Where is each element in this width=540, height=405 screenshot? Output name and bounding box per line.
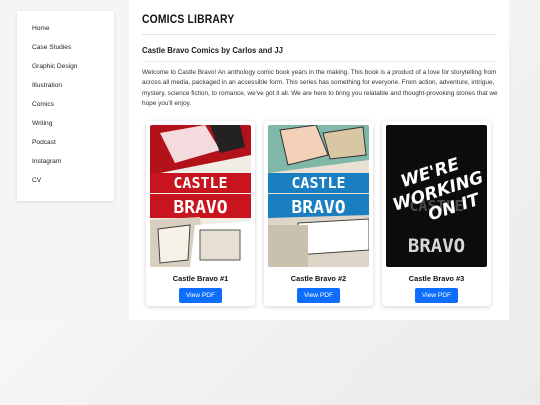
intro-paragraph: Welcome to Castle Bravo! An anthology co… — [142, 69, 498, 108]
cover-title-bottom: BRAVO — [173, 197, 227, 218]
comic-card: CASTLE BRAVO WE'RE WORKING ON IT Castle … — [382, 121, 491, 306]
sidebar-item-writing[interactable]: Writing — [32, 114, 114, 133]
sidebar-item-illustration[interactable]: Illustration — [32, 76, 114, 95]
view-pdf-button[interactable]: View PDF — [414, 288, 459, 303]
sidebar-item-case-studies[interactable]: Case Studies — [32, 38, 114, 57]
view-pdf-button[interactable]: View PDF — [178, 288, 223, 303]
main-content: COMICS LIBRARY Castle Bravo Comics by Ca… — [129, 0, 509, 320]
cover-title-bottom: BRAVO — [408, 235, 465, 257]
sidebar-nav: Home Case Studies Graphic Design Illustr… — [17, 11, 114, 201]
comic-card: CASTLE BRAVO Castle Bravo #1 View PDF — [146, 121, 255, 306]
sidebar-item-home[interactable]: Home — [32, 19, 114, 38]
comic-cover-image[interactable]: CASTLE BRAVO WE'RE WORKING ON IT — [386, 125, 487, 267]
comic-card: CASTLE BRAVO Castle Bravo #2 View PDF — [264, 121, 373, 306]
comic-cover-image[interactable]: CASTLE BRAVO — [150, 125, 251, 267]
sidebar-item-cv[interactable]: CV — [32, 171, 114, 190]
cover-title-top: CASTLE — [291, 174, 345, 192]
section-subtitle: Castle Bravo Comics by Carlos and JJ — [142, 45, 283, 55]
sidebar-item-graphic-design[interactable]: Graphic Design — [32, 57, 114, 76]
sidebar-item-comics[interactable]: Comics — [32, 95, 114, 114]
comic-cover-image[interactable]: CASTLE BRAVO — [268, 125, 369, 267]
comic-title: Castle Bravo #1 — [172, 274, 229, 283]
cover-title-bottom: BRAVO — [291, 197, 345, 218]
comic-card-grid: CASTLE BRAVO Castle Bravo #1 View PDF CA… — [146, 121, 491, 306]
comic-title: Castle Bravo #3 — [408, 274, 465, 283]
subtitle-divider — [142, 61, 496, 62]
comic-title: Castle Bravo #2 — [290, 274, 347, 283]
page-title: COMICS LIBRARY — [142, 14, 235, 26]
cover-title-top: CASTLE — [173, 174, 227, 192]
sidebar-item-podcast[interactable]: Podcast — [32, 133, 114, 152]
sidebar-item-instagram[interactable]: Instagram — [32, 152, 114, 171]
title-divider — [142, 34, 496, 35]
view-pdf-button[interactable]: View PDF — [296, 288, 341, 303]
